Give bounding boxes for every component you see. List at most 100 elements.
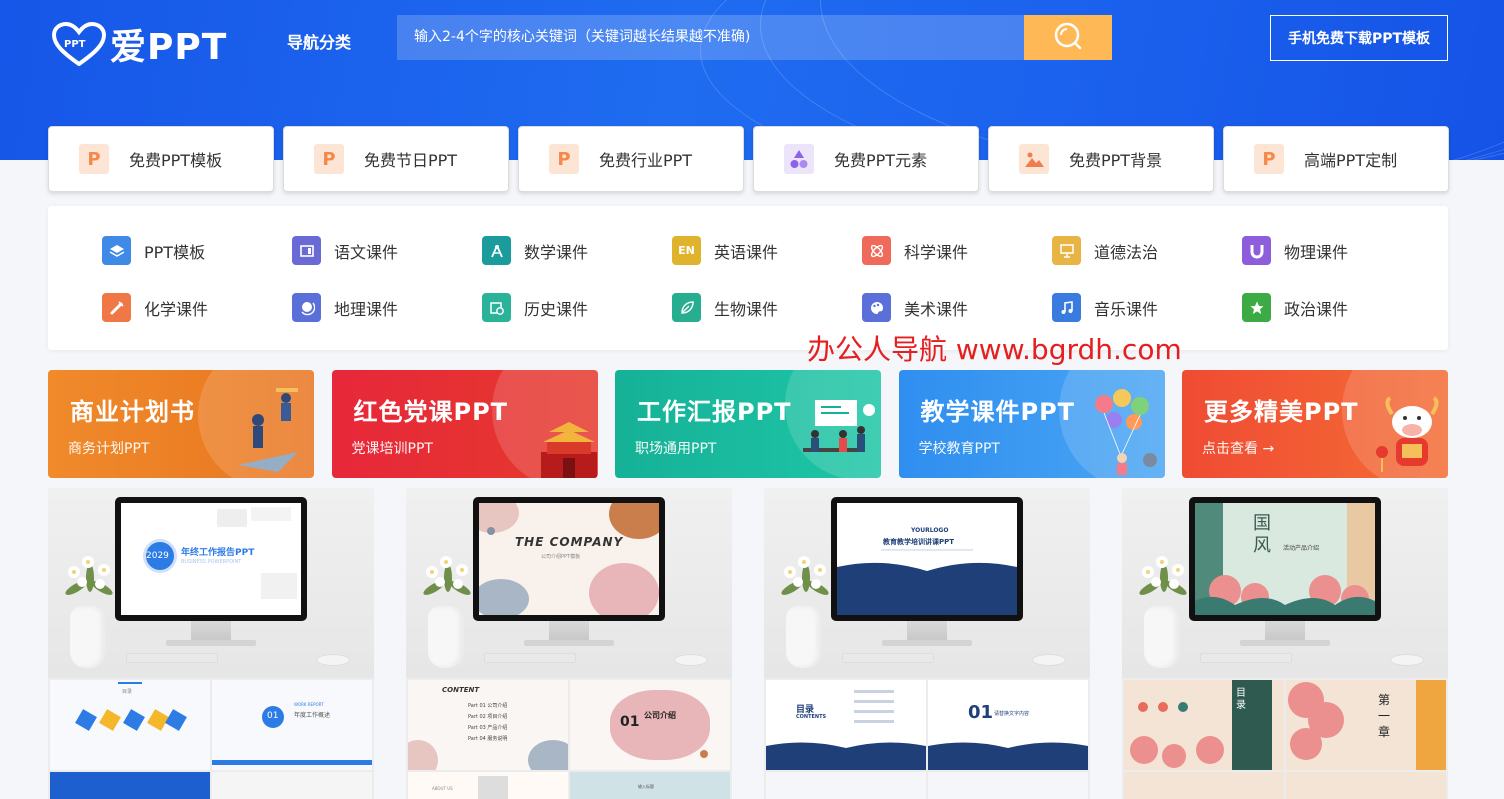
search-icon [1052,20,1084,56]
monitor-frame: YOURLOGO 教育教学培训讲课PPT [831,497,1023,621]
screen-subtitle: BUSINESS POWERPOINT [181,559,242,565]
category-card-industry[interactable]: P 免费行业PPT [518,126,744,192]
category-label: 高端PPT定制 [1304,151,1398,170]
subject-label: 音乐课件 [1094,299,1159,319]
subject-label: 地理课件 [334,299,399,319]
template-card-year-end-report[interactable]: 2029 年终工作报告PPT BUSINESS POWERPOINT 目录 01… [48,488,374,799]
subject-ppt-template[interactable]: PPT模板 [102,236,205,265]
search-button[interactable] [1024,15,1112,60]
template-card-education-training[interactable]: YOURLOGO 教育教学培训讲课PPT 目录 CONTENTS 01 请替换文… [764,488,1090,799]
slide-text: ABOUT US [432,786,453,791]
subject-label: 物理课件 [1284,242,1349,262]
balloons-illustration [1094,389,1157,475]
slide-text: 公司介绍 [644,711,676,720]
template-preview-slides: 目录 CONTENTS 01 请替换文字内容 [764,678,1090,799]
leaf-icon [672,293,701,322]
banner-more[interactable]: 更多精美PPT 点击查看 → [1182,370,1448,478]
slide-text: CONTENTS [796,714,827,720]
image-icon [1019,144,1049,174]
subject-label: 生物课件 [714,299,779,319]
subject-morality[interactable]: 道德法治 [1052,236,1158,265]
subject-chemistry[interactable]: 化学课件 [102,293,208,322]
search-input[interactable] [397,15,1024,60]
subject-science[interactable]: 科学课件 [862,236,968,265]
subject-art[interactable]: 美术课件 [862,293,968,322]
subject-label: 英语课件 [714,242,779,262]
ppt-icon: P [549,144,579,174]
category-label: 免费行业PPT [599,151,693,170]
screen-title: 年终工作报告PPT [181,548,255,558]
ppt-icon: P [79,144,109,174]
template-grid: 2029 年终工作报告PPT BUSINESS POWERPOINT 目录 01… [48,488,1448,799]
meeting-illustration [803,400,875,452]
slide-text: 第一章 [1378,693,1391,739]
subject-music[interactable]: 音乐课件 [1052,293,1158,322]
banner-party-lesson[interactable]: 红色党课PPT 党课培训PPT [331,370,598,478]
banner-teaching[interactable]: 教学课件PPT 学校教育PPT [898,370,1165,478]
flask-icon [102,293,131,322]
tiananmen-illustration [540,422,597,478]
template-card-company-intro[interactable]: THE COMPANY 公司介绍PPT模板 CONTENT Part 01 公司… [406,488,732,799]
slide-text: 输入标题 [638,784,654,789]
screen-subtitle: 公司介绍PPT模板 [541,554,581,560]
subject-history[interactable]: 历史课件 [482,293,588,322]
banner-title: 工作汇报PPT [637,398,792,426]
businessman-illustration [238,388,298,472]
screen-subtitle: 活动产品介绍 [1283,545,1320,552]
site-logo[interactable]: PPT 爱PPT [51,18,228,70]
slide-text: 目录 [122,689,133,695]
monitor-frame: THE COMPANY 公司介绍PPT模板 [473,497,665,621]
subject-chinese[interactable]: 语文课件 [292,236,398,265]
banner-subtitle: 职场通用PPT [635,441,717,457]
board-icon [1052,236,1081,265]
subject-label: 美术课件 [904,299,969,319]
banner-title: 教学课件PPT [920,398,1076,426]
slide-text: Part 03 产品介绍 [468,725,508,731]
plant-decor [65,556,113,595]
logo-text: 爱PPT [110,27,228,68]
heart-logo-icon: PPT [51,21,107,67]
template-card-guofeng-product[interactable]: 国风 活动产品介绍 目录 第一章 [1122,488,1448,799]
category-card-custom[interactable]: P 高端PPT定制 [1223,126,1449,192]
banner-business-plan[interactable]: 商业计划书 商务计划PPT [48,370,314,478]
category-card-background[interactable]: 免费PPT背景 [988,126,1214,192]
subject-geography[interactable]: 地理课件 [292,293,398,322]
category-label: 免费PPT元素 [834,151,928,170]
template-preview-slides: 目录 01 WORK REPORT 年度工作概述 [48,678,374,799]
palette-icon [862,293,891,322]
category-label: 免费节日PPT [364,151,458,170]
monitor-frame: 国风 活动产品介绍 [1189,497,1381,621]
monitor-frame: 2029 年终工作报告PPT BUSINESS POWERPOINT [115,497,307,621]
screen-title: 国风 [1253,513,1271,556]
vase-decor [428,606,464,668]
subject-biology[interactable]: 生物课件 [672,293,778,322]
banner-title: 更多精美PPT [1204,398,1359,426]
slide-text: 01 [968,702,994,723]
subject-label: 化学课件 [144,299,209,319]
subject-english[interactable]: EN 英语课件 [672,236,778,265]
nav-category-link[interactable]: 导航分类 [287,29,351,53]
category-label: 免费PPT模板 [129,151,223,170]
template-preview-slides: 目录 第一章 [1122,678,1448,799]
en-icon: EN [672,236,701,265]
slide-text: 01 [267,711,279,721]
subject-math[interactable]: 数学课件 [482,236,588,265]
mobile-download-button[interactable]: 手机免费下载PPT模板 [1270,15,1448,61]
category-label: 免费PPT背景 [1069,151,1163,170]
banner-subtitle: 学校教育PPT [918,441,1000,457]
banner-work-report[interactable]: 工作汇报PPT 职场通用PPT [615,370,881,478]
slide-text: 年度工作概述 [294,712,331,719]
book-icon [292,236,321,265]
subject-politics[interactable]: 政治课件 [1242,293,1348,322]
slide-text: 01 [620,714,640,730]
category-card-free-template[interactable]: P 免费PPT模板 [48,126,274,192]
category-card-elements[interactable]: 免费PPT元素 [753,126,979,192]
subject-physics[interactable]: 物理课件 [1242,236,1348,265]
compass-icon [482,236,511,265]
slide-text: CONTENT [442,686,480,694]
atom-icon [862,236,891,265]
category-card-holiday[interactable]: P 免费节日PPT [283,126,509,192]
template-preview-top: 国风 活动产品介绍 [1122,488,1448,678]
promo-banners: 商业计划书 商务计划PPT 红色党课PPT 党课培训PPT 工作汇报PPT 职场… [48,370,1448,478]
star-icon [1242,293,1271,322]
